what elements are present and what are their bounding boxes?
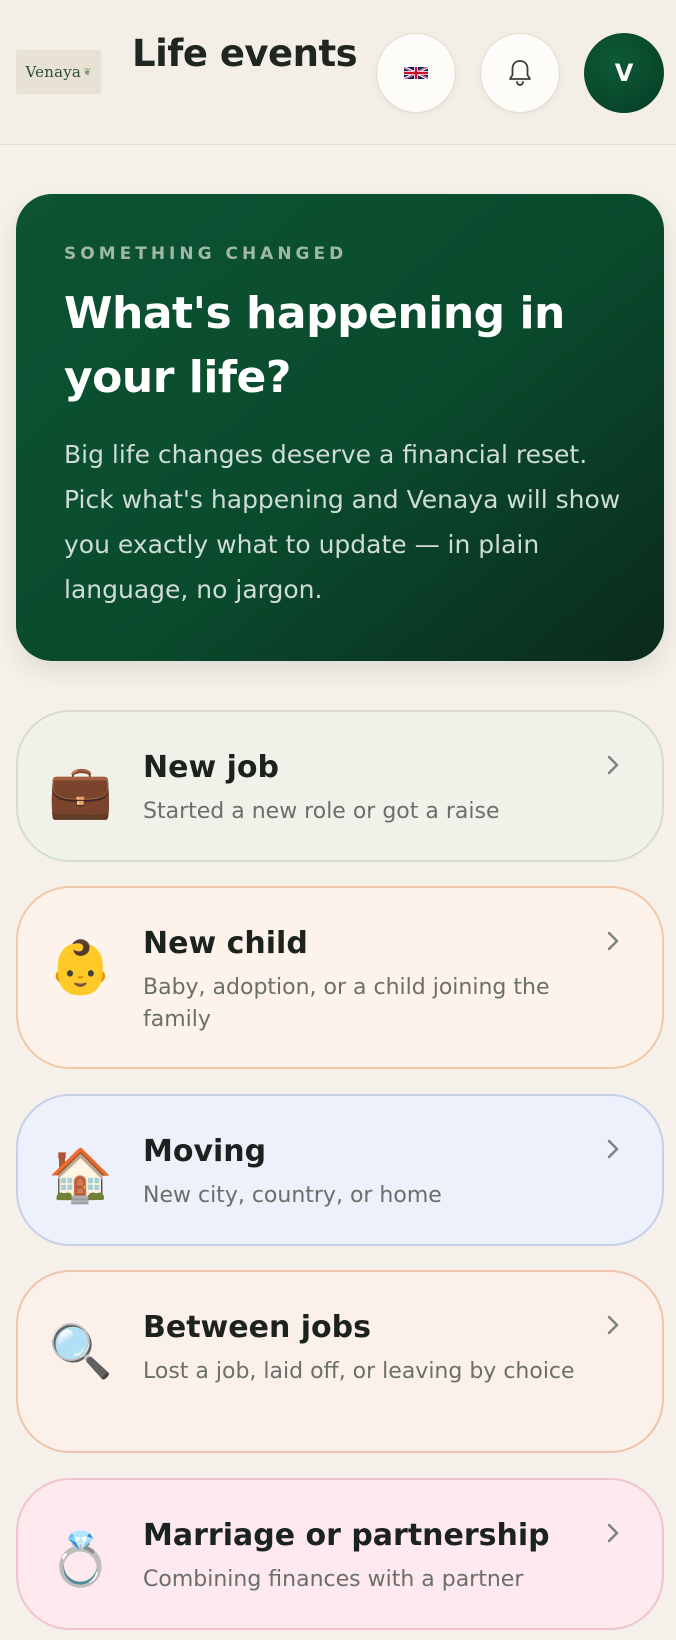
event-card-new-child[interactable]: 👶 New child Baby, adoption, or a child j… [16,886,664,1069]
logo-text: Venaya [25,63,82,81]
event-description: Combining finances with a partner [143,1567,524,1592]
event-card-between-jobs[interactable]: 🔍 Between jobs Lost a job, laid off, or … [16,1270,664,1453]
life-events-screen: Venaya ❦ Life events V SOMETHING CHANGED… [0,0,676,1640]
event-description: Lost a job, laid off, or leaving by choi… [143,1359,575,1384]
event-title: New child [143,926,308,961]
chevron-right-icon [607,1139,619,1159]
top-bar: Venaya ❦ Life events V [0,0,676,145]
chevron-right-icon [607,931,619,951]
event-title: Between jobs [143,1310,371,1345]
uk-flag-icon [404,67,428,79]
event-card-new-job[interactable]: 💼 New job Started a new role or got a ra… [16,710,664,862]
hero-title: What's happening in your life? [64,288,565,403]
notifications-button[interactable] [480,33,560,113]
venaya-logo[interactable]: Venaya ❦ [16,50,101,94]
event-title: Marriage or partnership [143,1518,550,1553]
hero-card: SOMETHING CHANGED What's happening in yo… [16,194,664,661]
magnifier-icon: 🔍 [48,1322,113,1382]
event-description: Baby, adoption, or a child joining the f… [143,975,550,1032]
event-card-marriage[interactable]: 💍 Marriage or partnership Combining fina… [16,1478,664,1630]
briefcase-icon: 💼 [48,762,113,822]
event-card-moving[interactable]: 🏠 Moving New city, country, or home [16,1094,664,1246]
user-avatar[interactable]: V [584,33,664,113]
ring-icon: 💍 [48,1530,113,1590]
event-title: Moving [143,1134,267,1169]
leaf-icon: ❦ [83,66,92,78]
page-title: Life events [132,32,358,75]
chevron-right-icon [607,1523,619,1543]
bell-icon [509,60,531,86]
house-icon: 🏠 [48,1146,113,1206]
event-description: New city, country, or home [143,1183,442,1208]
baby-icon: 👶 [48,938,113,998]
hero-description: Big life changes deserve a financial res… [64,440,621,604]
language-button[interactable] [376,33,456,113]
chevron-right-icon [607,1315,619,1335]
event-description: Started a new role or got a raise [143,799,500,824]
event-title: New job [143,750,279,785]
chevron-right-icon [607,755,619,775]
hero-eyebrow: SOMETHING CHANGED [64,244,348,264]
